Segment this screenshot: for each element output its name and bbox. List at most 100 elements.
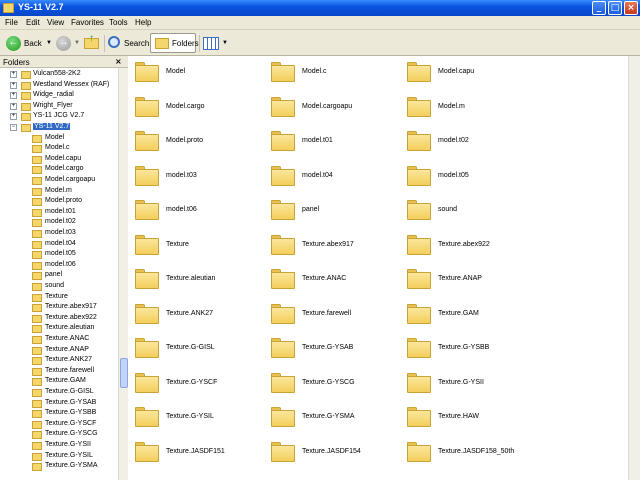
folder-item[interactable]: model.t01	[265, 127, 395, 155]
folder-icon	[407, 441, 431, 462]
folder-item[interactable]: model.t04	[265, 162, 395, 190]
folder-icon	[32, 177, 42, 185]
expand-toggle-icon[interactable]: +	[10, 71, 17, 78]
folder-item[interactable]: Texture.G-YSCG	[265, 369, 395, 397]
expand-toggle-icon[interactable]: −	[10, 124, 17, 131]
chevron-down-icon[interactable]: ▼	[46, 40, 52, 46]
tree-item-label: Model.cargoapu	[45, 176, 96, 183]
folder-item-label: Texture.ANAC	[302, 275, 347, 282]
folder-item[interactable]: Texture.GAM	[401, 300, 531, 328]
chevron-down-icon[interactable]: ▼	[74, 40, 80, 46]
expand-toggle-icon[interactable]: +	[10, 81, 17, 89]
menu-help[interactable]: Help	[135, 18, 151, 27]
chevron-down-icon[interactable]: ▼	[222, 40, 228, 46]
close-button[interactable]: ×	[624, 1, 638, 15]
tree-item-label: model.t02	[45, 218, 76, 226]
folder-item[interactable]: Texture.JASDF158_50th	[401, 438, 531, 466]
forward-button[interactable]: → ▼	[56, 33, 80, 53]
menu-favorites[interactable]: Favorites	[71, 18, 104, 27]
folder-icon	[135, 165, 159, 186]
tree-item-label: Texture.abex917	[45, 303, 97, 311]
folder-item[interactable]: Model.proto	[129, 127, 259, 155]
folder-icon	[21, 71, 31, 79]
folders-pane-header: Folders ×	[0, 56, 128, 68]
folders-button[interactable]: Folders	[150, 33, 199, 53]
folder-item[interactable]: Texture.ANAC	[265, 265, 395, 293]
content-scrollbar[interactable]	[628, 56, 640, 480]
tree-item-label: Texture.G-YSAB	[45, 398, 97, 406]
minimize-button[interactable]: _	[592, 1, 606, 15]
folder-item[interactable]: Model.cargo	[129, 93, 259, 121]
folder-item[interactable]: sound	[401, 196, 531, 224]
folder-item[interactable]: Texture.G-YSIL	[129, 403, 259, 431]
views-button[interactable]: ▼	[203, 33, 229, 53]
folder-item[interactable]: model.t03	[129, 162, 259, 190]
folder-item[interactable]: Texture.G-YSII	[401, 369, 531, 397]
folder-icon	[32, 304, 42, 313]
menu-view[interactable]: View	[47, 18, 64, 27]
tree-item-label: Vulcan558-2K2	[33, 70, 81, 77]
folders-label: Folders	[172, 39, 199, 48]
tree-item-label: model.t03	[45, 229, 76, 236]
close-icon[interactable]: ×	[115, 57, 122, 66]
folder-item[interactable]: Model.capu	[401, 58, 531, 86]
folder-item[interactable]: model.t05	[401, 162, 531, 190]
folder-item[interactable]: Texture.ANK27	[129, 300, 259, 328]
folder-icon	[32, 420, 42, 429]
menu-file[interactable]: File	[5, 18, 18, 27]
back-button[interactable]: ← Back ▼	[2, 33, 54, 53]
folder-item-label: Model.cargo	[166, 102, 205, 110]
folder-item[interactable]: Texture.G-GISL	[129, 334, 259, 362]
expand-toggle-icon[interactable]: +	[10, 113, 17, 121]
folder-item-label: Model	[166, 68, 186, 75]
folder-item[interactable]: Model.cargoapu	[265, 93, 395, 121]
folder-item[interactable]: Texture.ANAP	[401, 265, 531, 293]
scrollbar-thumb[interactable]	[120, 358, 128, 388]
folder-item-label: Texture.abex917	[302, 240, 354, 248]
folder-item-label: Texture.G-YSII	[438, 378, 484, 386]
folder-item-label: Texture.G-YSCG	[302, 378, 355, 386]
folders-scrollbar[interactable]	[118, 68, 128, 480]
menu-edit[interactable]: Edit	[26, 18, 40, 27]
tree-item-label: Texture.G-GISL	[45, 388, 94, 395]
folder-item[interactable]: Texture.farewell	[265, 300, 395, 328]
folder-item[interactable]: Model	[129, 58, 259, 86]
folder-item[interactable]: Texture.G-YSCF	[129, 369, 259, 397]
folder-item[interactable]: Texture.G-YSBB	[401, 334, 531, 362]
expand-toggle-icon[interactable]: +	[10, 102, 17, 110]
folder-icon	[135, 200, 159, 220]
tree-item-label: YS-11 JCG V2.7	[33, 112, 85, 120]
maximize-button[interactable]: □	[608, 1, 622, 15]
folder-item[interactable]: Texture.abex922	[401, 231, 531, 259]
folder-item[interactable]: Model.c	[265, 58, 395, 86]
menu-tools[interactable]: Tools	[109, 18, 128, 27]
folder-item[interactable]: Texture	[129, 231, 259, 259]
folder-item[interactable]: Texture.aleutian	[129, 265, 259, 293]
folder-icon	[32, 325, 42, 334]
folder-item[interactable]: Texture.HAW	[401, 403, 531, 431]
folder-icon	[32, 145, 42, 154]
folder-item-label: model.t04	[302, 171, 333, 179]
tree-item-label: model.t06	[45, 260, 76, 268]
folder-icon	[135, 234, 159, 255]
folder-icon	[271, 165, 295, 186]
up-folder-button[interactable]: ↑	[84, 33, 102, 53]
folder-icon	[32, 399, 42, 408]
folder-item[interactable]: model.t06	[129, 196, 259, 224]
folder-item[interactable]: Texture.abex917	[265, 231, 395, 259]
folder-item[interactable]: panel	[265, 196, 395, 224]
folder-item[interactable]: Texture.G-YSMA	[265, 403, 395, 431]
folder-item[interactable]: Model.m	[401, 93, 531, 121]
folder-icon	[32, 219, 42, 228]
folder-item[interactable]: Texture.G-YSAB	[265, 334, 395, 362]
folder-item[interactable]: Texture.JASDF151	[129, 438, 259, 466]
folder-icon	[32, 452, 42, 461]
tree-item-label: Model.proto	[45, 197, 82, 205]
tree-item-label: Model	[45, 133, 65, 141]
folder-icon	[32, 463, 42, 472]
folder-item-label: model.t01	[302, 137, 333, 144]
search-button[interactable]: Search	[108, 33, 149, 53]
folder-item[interactable]: Texture.JASDF154	[265, 438, 395, 466]
folder-item[interactable]: model.t02	[401, 127, 531, 155]
expand-toggle-icon[interactable]: +	[10, 92, 17, 100]
